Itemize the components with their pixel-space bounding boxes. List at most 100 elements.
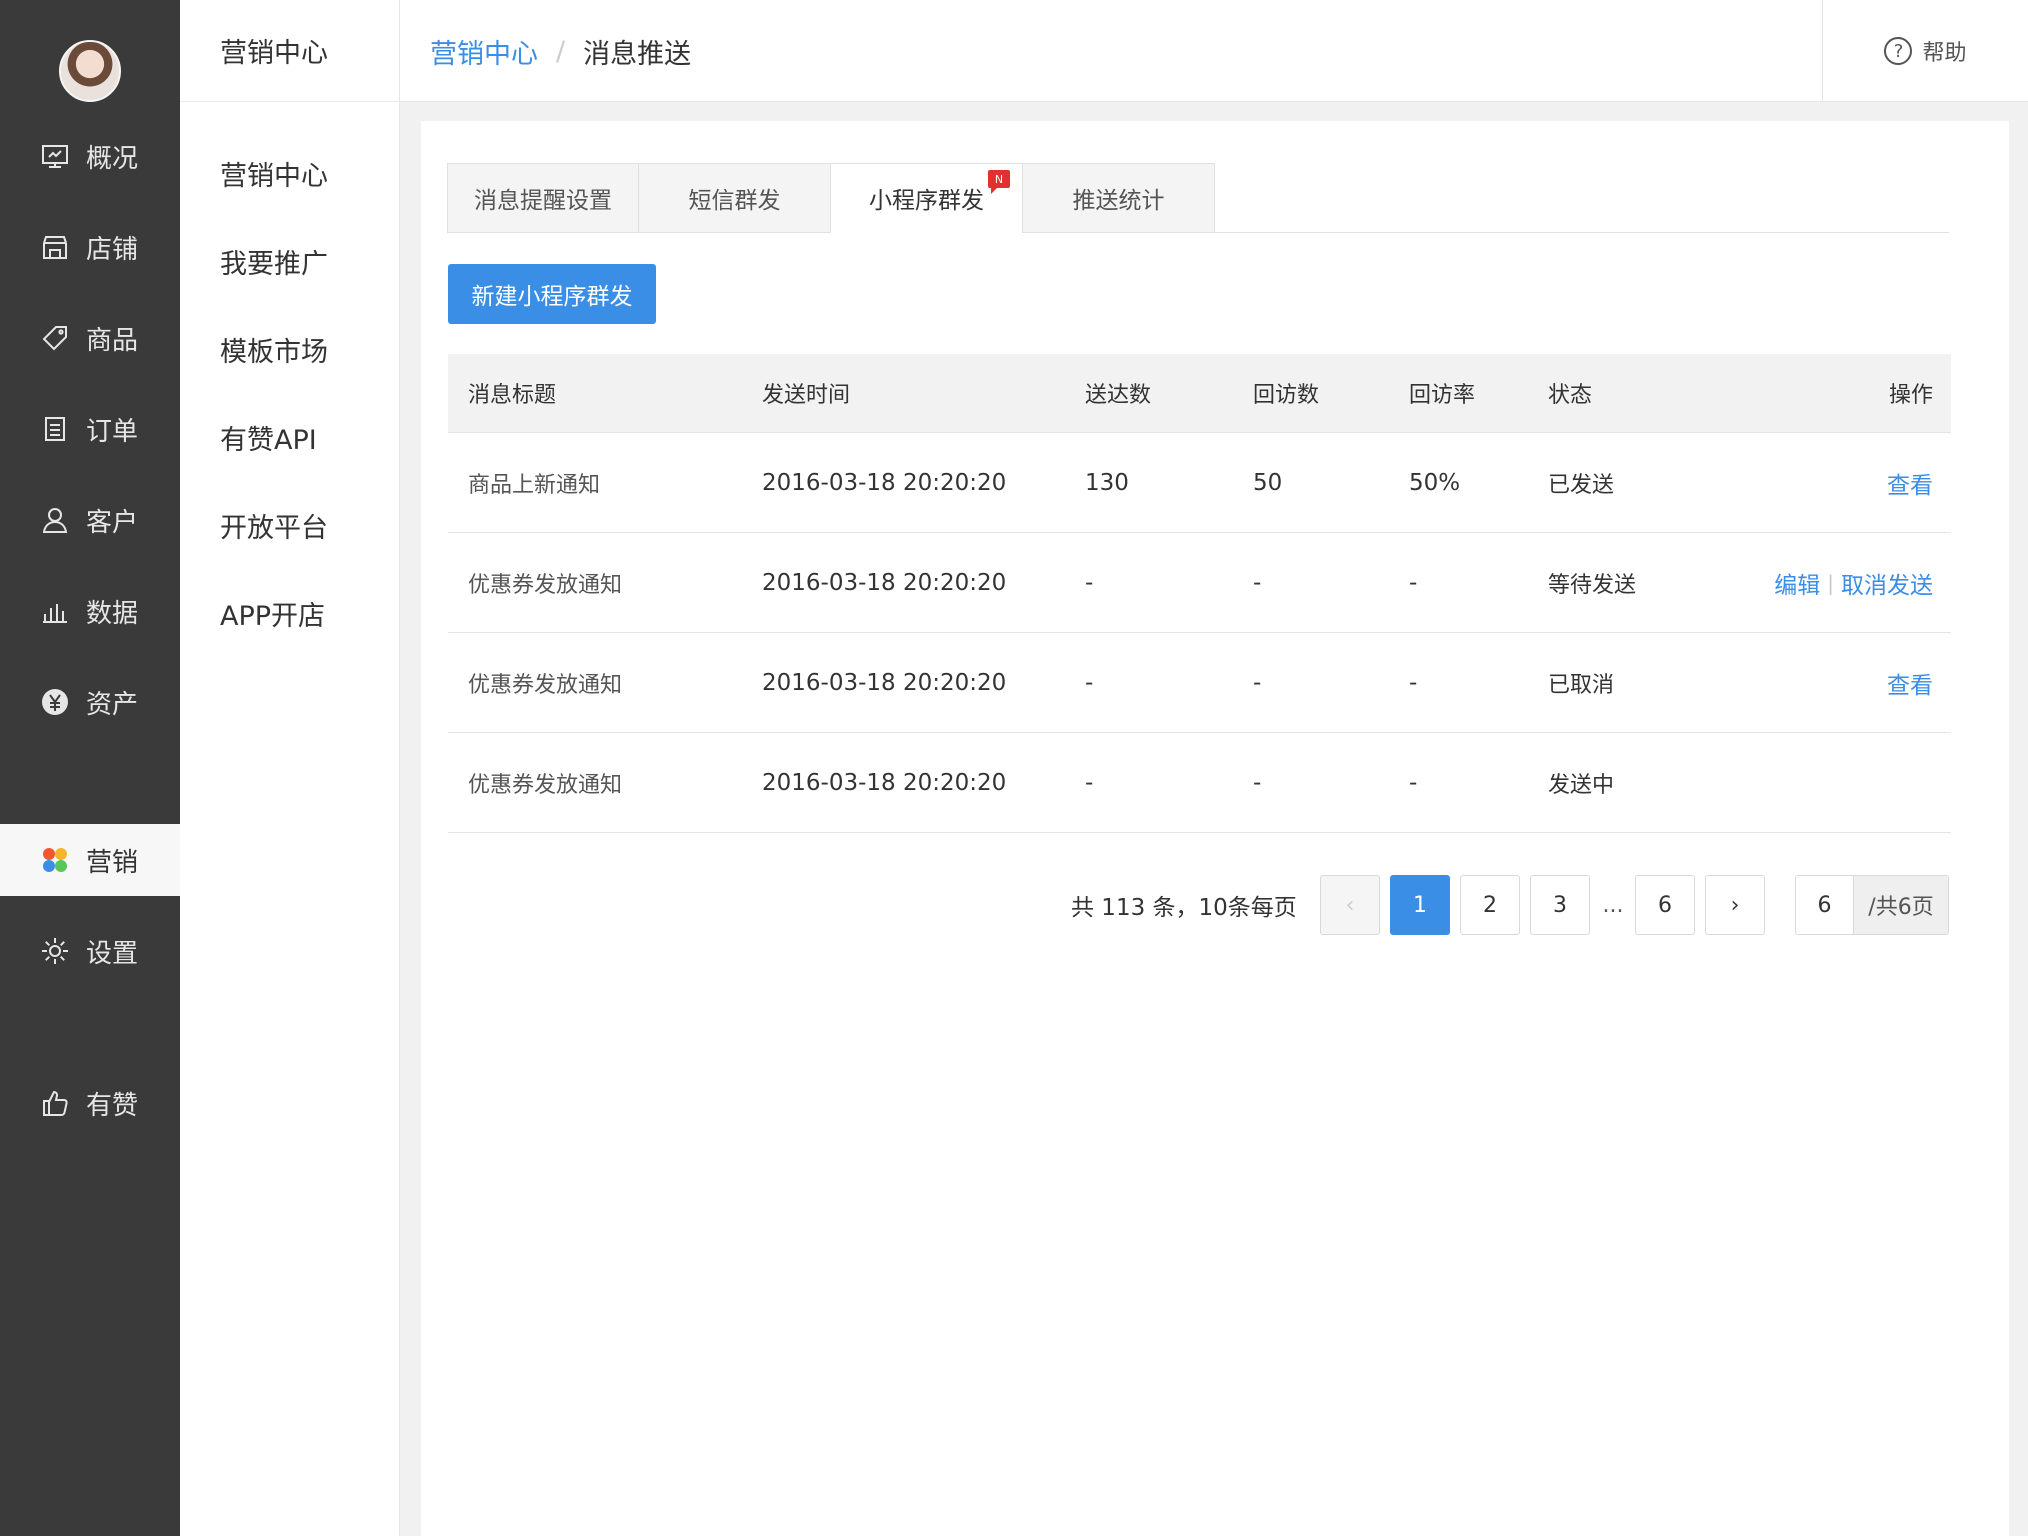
- subnav-item-api[interactable]: 有赞API: [220, 418, 317, 457]
- cancel-send-link[interactable]: 取消发送: [1841, 566, 1933, 600]
- nav-item-youzan[interactable]: 有赞: [0, 1067, 180, 1139]
- tab-label: 推送统计: [1072, 188, 1165, 214]
- next-page-button[interactable]: ›: [1705, 875, 1765, 935]
- cell-time: 2016-03-18 20:20:20: [762, 769, 1007, 796]
- column-header-rate: 回访率: [1409, 383, 1476, 408]
- table-row: 优惠券发放通知 2016-03-18 20:20:20 - - - 等待发送 编…: [448, 533, 1951, 633]
- nav-label: 营销: [86, 847, 139, 878]
- nav-label: 客户: [86, 507, 139, 538]
- cell-title: 商品上新通知: [468, 472, 601, 498]
- page-header: 营销中心 / 消息推送 ? 帮助: [400, 0, 2028, 102]
- nav-label: 资产: [86, 689, 139, 720]
- view-link[interactable]: 查看: [1887, 466, 1933, 500]
- tab-miniprogram-broadcast[interactable]: 小程序群发 N: [830, 163, 1023, 233]
- prev-page-button[interactable]: ‹: [1320, 875, 1380, 935]
- primary-nav: 概况 店铺 商品 订单 客户 数据 资产 营销 设置 有赞: [0, 0, 180, 1536]
- tab-notification-settings[interactable]: 消息提醒设置: [447, 163, 639, 233]
- help-label: 帮助: [1922, 41, 1967, 66]
- nav-label: 店铺: [86, 234, 139, 265]
- order-icon: [40, 414, 70, 444]
- cell-delivered: -: [1085, 569, 1094, 596]
- marketing-icon: [40, 845, 70, 875]
- tab-label: 小程序群发: [869, 188, 984, 214]
- nav-item-goods[interactable]: 商品: [0, 302, 180, 374]
- chevron-left-icon: ‹: [1345, 892, 1355, 918]
- thumbs-up-icon: [40, 1088, 70, 1118]
- edit-link[interactable]: 编辑: [1774, 566, 1820, 600]
- nav-item-data[interactable]: 数据: [0, 575, 180, 647]
- column-header-time: 发送时间: [762, 383, 851, 408]
- page-button-1[interactable]: 1: [1390, 875, 1450, 935]
- breadcrumb-separator: /: [556, 36, 566, 67]
- cell-status: 发送中: [1548, 772, 1615, 798]
- cell-title: 优惠券发放通知: [468, 772, 623, 798]
- tab-label: 短信群发: [688, 188, 781, 214]
- table-row: 优惠券发放通知 2016-03-18 20:20:20 - - - 已取消 查看: [448, 633, 1951, 733]
- cell-visits: 50: [1253, 469, 1283, 496]
- message-table: 消息标题 发送时间 送达数 回访数 回访率 状态 操作 商品上新通知 2016-…: [448, 354, 1951, 833]
- yen-icon: [40, 687, 70, 717]
- subnav-item-marketing-center[interactable]: 营销中心: [220, 154, 328, 193]
- cell-ops: 查看: [1887, 633, 1933, 732]
- tab-push-statistics[interactable]: 推送统计: [1022, 163, 1215, 233]
- cell-visits: -: [1253, 769, 1262, 796]
- nav-label: 商品: [86, 325, 139, 356]
- nav-item-marketing[interactable]: 营销: [0, 824, 180, 896]
- subnav-item-open-platform[interactable]: 开放平台: [220, 506, 328, 545]
- nav-label: 设置: [86, 938, 139, 969]
- cell-time: 2016-03-18 20:20:20: [762, 569, 1007, 596]
- pagination-ellipsis: ...: [1602, 892, 1624, 918]
- breadcrumb-current: 消息推送: [583, 39, 692, 70]
- cell-delivered: -: [1085, 669, 1094, 696]
- cell-status: 等待发送: [1548, 572, 1637, 598]
- breadcrumb-parent-link[interactable]: 营销中心: [430, 32, 538, 71]
- secondary-nav: 营销中心 营销中心 我要推广 模板市场 有赞API 开放平台 APP开店: [180, 0, 400, 1536]
- column-header-visits: 回访数: [1253, 383, 1320, 408]
- nav-item-settings[interactable]: 设置: [0, 915, 180, 987]
- column-header-status: 状态: [1548, 383, 1593, 408]
- tab-label: 消息提醒设置: [474, 188, 612, 214]
- chart-icon: [40, 596, 70, 626]
- table-row: 商品上新通知 2016-03-18 20:20:20 130 50 50% 已发…: [448, 433, 1951, 533]
- page-jump: /共6页: [1795, 875, 1949, 935]
- cell-ops: 编辑 | 取消发送: [1774, 533, 1933, 632]
- cell-status: 已发送: [1548, 472, 1615, 498]
- page-jump-total: /共6页: [1854, 876, 1948, 934]
- column-header-ops: 操作: [1888, 383, 1933, 408]
- column-header-title: 消息标题: [468, 383, 557, 408]
- table-header: 消息标题 发送时间 送达数 回访数 回访率 状态 操作: [448, 354, 1951, 433]
- content-card: 消息提醒设置 短信群发 小程序群发 N 推送统计 新建小程序群发 消息标题 发送…: [421, 121, 2009, 1536]
- new-miniprogram-broadcast-button[interactable]: 新建小程序群发: [448, 264, 656, 324]
- subnav-item-promote[interactable]: 我要推广: [220, 242, 328, 281]
- new-badge: N: [988, 170, 1010, 194]
- cell-visits: -: [1253, 569, 1262, 596]
- subnav-item-app-store[interactable]: APP开店: [220, 594, 325, 633]
- cell-title: 优惠券发放通知: [468, 672, 623, 698]
- help-button[interactable]: ? 帮助: [1822, 0, 2028, 102]
- nav-item-orders[interactable]: 订单: [0, 393, 180, 465]
- secondary-nav-title: 营销中心: [180, 0, 399, 102]
- ops-separator: |: [1827, 570, 1834, 595]
- cell-delivered: 130: [1085, 469, 1129, 496]
- nav-item-overview[interactable]: 概况: [0, 120, 180, 192]
- cell-time: 2016-03-18 20:20:20: [762, 469, 1007, 496]
- subnav-item-template-market[interactable]: 模板市场: [220, 330, 328, 369]
- nav-item-customers[interactable]: 客户: [0, 484, 180, 556]
- cell-time: 2016-03-18 20:20:20: [762, 669, 1007, 696]
- page-button-3[interactable]: 3: [1530, 875, 1590, 935]
- avatar[interactable]: [59, 40, 121, 102]
- cell-rate: -: [1409, 569, 1418, 596]
- page-button-2[interactable]: 2: [1460, 875, 1520, 935]
- page-button-6[interactable]: 6: [1635, 875, 1695, 935]
- tab-sms-broadcast[interactable]: 短信群发: [638, 163, 831, 233]
- nav-item-store[interactable]: 店铺: [0, 211, 180, 283]
- cell-rate: 50%: [1409, 469, 1461, 496]
- page-jump-input[interactable]: [1796, 876, 1854, 934]
- view-link[interactable]: 查看: [1887, 666, 1933, 700]
- nav-label: 概况: [86, 143, 139, 174]
- customer-icon: [40, 505, 70, 535]
- nav-item-assets[interactable]: 资产: [0, 666, 180, 738]
- pagination: 共 113 条，10条每页 ‹ 1 2 3 ... 6 › /共6页: [421, 875, 2009, 935]
- pagination-total: 共 113 条，10条每页: [1071, 895, 1297, 921]
- nav-label: 订单: [86, 416, 139, 447]
